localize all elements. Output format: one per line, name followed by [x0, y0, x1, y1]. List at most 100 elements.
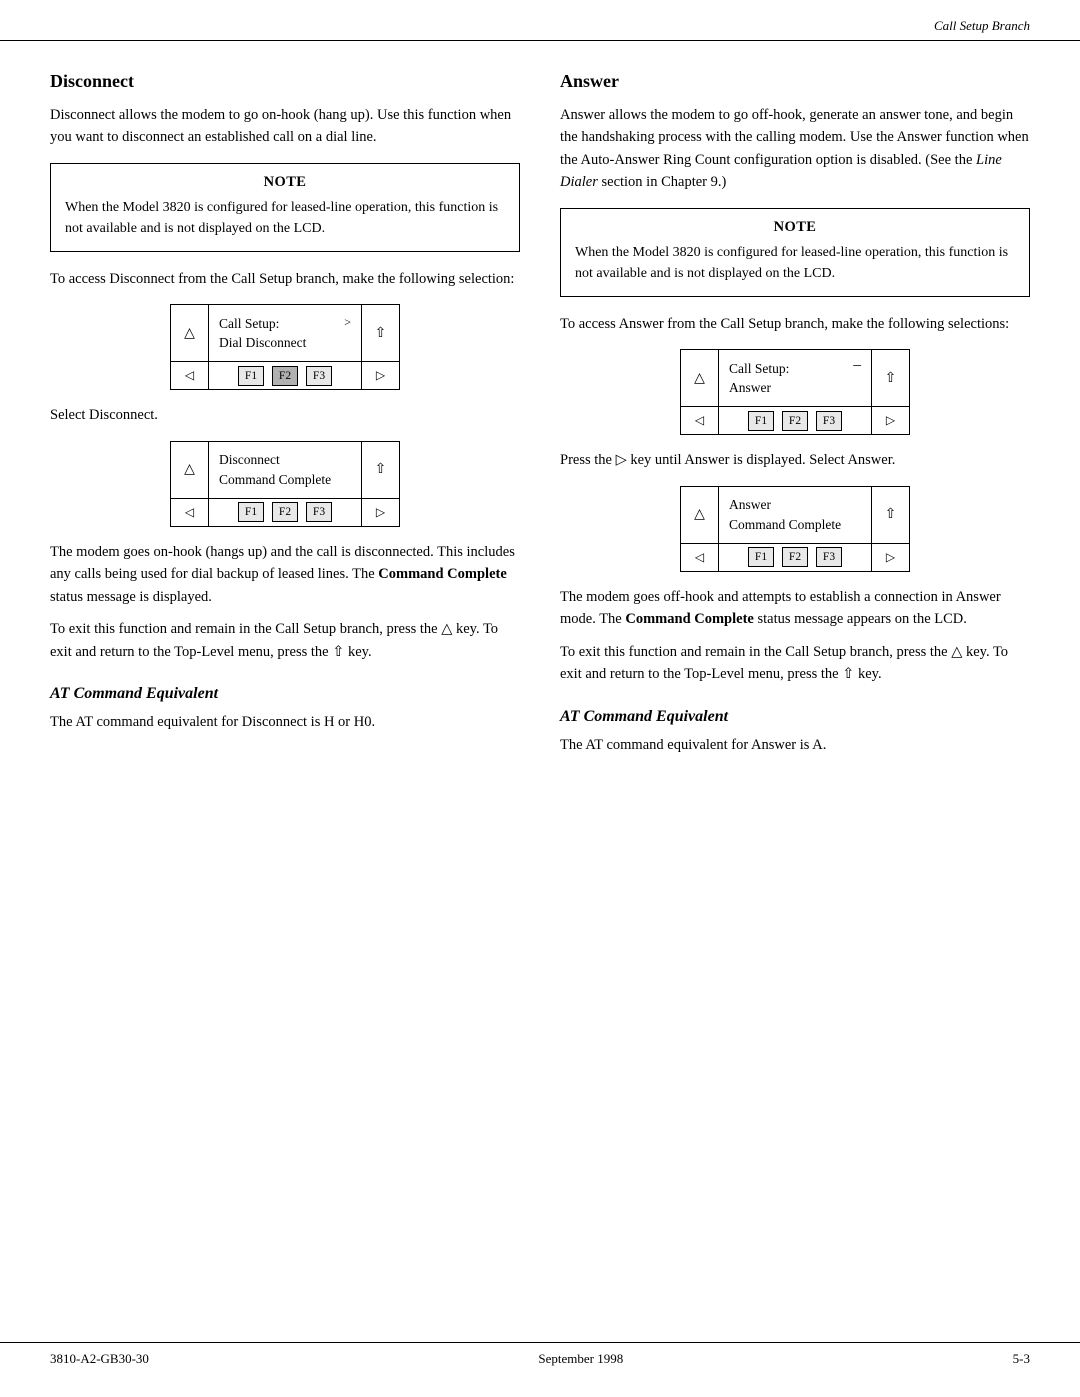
disconnect-title: Disconnect: [50, 71, 520, 92]
disconnect-note-title: NOTE: [65, 174, 505, 191]
footer-right: 5-3: [1013, 1351, 1030, 1367]
right-column: Answer Answer allows the modem to go off…: [560, 71, 1030, 766]
answer-lcd2-double-up-icon: ⇧: [885, 506, 897, 523]
answer-lcd2-func-btns: F1 F2 F3: [719, 547, 871, 567]
lcd2-back-arrow: ◁: [171, 499, 209, 526]
answer-lcd1-back: ◁: [681, 407, 719, 434]
f1-button2[interactable]: F1: [238, 502, 264, 522]
answer-lcd2-up-icon: △: [694, 506, 705, 523]
answer-lcd2-right-btn: ⇧: [871, 487, 909, 543]
main-content: Disconnect Disconnect allows the modem t…: [0, 41, 1080, 766]
lcd1-bottom-row: ◁ F1 F2 F3 ▷: [171, 361, 399, 389]
answer-lcd1-center: Call Setup: ─ Answer: [719, 350, 871, 406]
answer-double-up-key-symbol: ⇧: [842, 666, 854, 682]
disconnect-access-text: To access Disconnect from the Call Setup…: [50, 268, 520, 290]
answer-f3-btn2[interactable]: F3: [816, 547, 842, 567]
disconnect-note-box: NOTE When the Model 3820 is configured f…: [50, 163, 520, 252]
answer-select-text: Press the ▷ key until Answer is displaye…: [560, 449, 1030, 471]
answer-body1: The modem goes off-hook and attempts to …: [560, 586, 1030, 631]
answer-lcd2-line2: Command Complete: [729, 515, 861, 535]
f3-button2[interactable]: F3: [306, 502, 332, 522]
page-header: Call Setup Branch: [0, 0, 1080, 41]
answer-lcd1-line1: Call Setup: ─: [729, 359, 861, 379]
right-arrow-icon2: ▷: [376, 505, 385, 520]
disconnect-lcd2: △ Disconnect Command Complete ⇧ ◁ F1 F2 …: [170, 441, 400, 527]
answer-lcd1: △ Call Setup: ─ Answer ⇧ ◁ F1 F2 F3: [680, 349, 910, 435]
lcd2-line1: Disconnect: [219, 450, 351, 470]
answer-lcd2: △ Answer Command Complete ⇧ ◁ F1 F2 F3: [680, 486, 910, 572]
answer-title: Answer: [560, 71, 1030, 92]
disconnect-body2: To exit this function and remain in the …: [50, 618, 520, 663]
answer-right-arrow-icon: ▷: [886, 413, 895, 428]
answer-lcd1-bottom: ◁ F1 F2 F3 ▷: [681, 406, 909, 434]
answer-lcd2-bottom: ◁ F1 F2 F3 ▷: [681, 543, 909, 571]
header-title: Call Setup Branch: [934, 18, 1030, 34]
answer-at-text: The AT command equivalent for Answer is …: [560, 734, 1030, 756]
lcd1-forward-arrow: ▷: [361, 362, 399, 389]
f3-button[interactable]: F3: [306, 366, 332, 386]
footer-left: 3810-A2-GB30-30: [50, 1351, 149, 1367]
left-arrow-icon2: ◁: [185, 505, 194, 520]
footer-center: September 1998: [538, 1351, 623, 1367]
disconnect-body1: The modem goes on-hook (hangs up) and th…: [50, 541, 520, 608]
answer-double-up-icon: ⇧: [885, 370, 897, 387]
answer-lcd1-func-btns: F1 F2 F3: [719, 411, 871, 431]
answer-lcd2-line1: Answer: [729, 495, 861, 515]
left-column: Disconnect Disconnect allows the modem t…: [50, 71, 520, 766]
answer-note-text: When the Model 3820 is configured for le…: [575, 242, 1015, 284]
answer-note-box: NOTE When the Model 3820 is configured f…: [560, 208, 1030, 297]
answer-access-text: To access Answer from the Call Setup bra…: [560, 313, 1030, 335]
disconnect-at-text: The AT command equivalent for Disconnect…: [50, 711, 520, 733]
answer-f1-btn[interactable]: F1: [748, 411, 774, 431]
answer-f3-btn[interactable]: F3: [816, 411, 842, 431]
lcd2-bottom-row: ◁ F1 F2 F3 ▷: [171, 498, 399, 526]
disconnect-lcd1: △ Call Setup: > Dial Disconnect ⇧ ◁ F1 F…: [170, 304, 400, 390]
lcd1-center-text: Call Setup: > Dial Disconnect: [209, 305, 361, 361]
lcd1-line2: Dial Disconnect: [219, 333, 351, 353]
answer-f2-btn[interactable]: F2: [782, 411, 808, 431]
lcd1-line1: Call Setup: >: [219, 314, 351, 334]
forward-arrow-symbol: ▷: [616, 452, 627, 468]
answer-lcd2-right-arrow: ▷: [886, 550, 895, 565]
answer-lcd2-center: Answer Command Complete: [719, 487, 871, 543]
answer-left-arrow-icon: ◁: [695, 413, 704, 428]
lcd2-forward-arrow: ▷: [361, 499, 399, 526]
up-key-symbol: △: [441, 621, 452, 637]
lcd1-back-arrow: ◁: [171, 362, 209, 389]
select-disconnect-text: Select Disconnect.: [50, 404, 520, 426]
answer-lcd1-left-btn: △: [681, 350, 719, 406]
double-up-key-symbol: ⇧: [332, 644, 344, 660]
disconnect-note-text: When the Model 3820 is configured for le…: [65, 197, 505, 239]
answer-lcd1-right-btn: ⇧: [871, 350, 909, 406]
answer-lcd2-back: ◁: [681, 544, 719, 571]
answer-lcd2-forward: ▷: [871, 544, 909, 571]
double-up-arrow-icon: ⇧: [375, 325, 387, 342]
answer-f1-btn2[interactable]: F1: [748, 547, 774, 567]
right-arrow-icon: ▷: [376, 368, 385, 383]
f2-button[interactable]: F2: [272, 366, 298, 386]
answer-up-key-symbol: △: [951, 644, 962, 660]
answer-lcd1-line2: Answer: [729, 378, 861, 398]
page-footer: 3810-A2-GB30-30 September 1998 5-3: [0, 1342, 1080, 1367]
left-arrow-icon: ◁: [185, 368, 194, 383]
answer-intro: Answer allows the modem to go off-hook, …: [560, 104, 1030, 194]
answer-lcd2-left-arrow: ◁: [695, 550, 704, 565]
lcd1-right-up-btn: ⇧: [361, 305, 399, 361]
answer-note-title: NOTE: [575, 219, 1015, 236]
lcd2-right-up-btn: ⇧: [361, 442, 399, 498]
answer-up-arrow-icon: △: [694, 370, 705, 387]
f1-button[interactable]: F1: [238, 366, 264, 386]
answer-body2: To exit this function and remain in the …: [560, 641, 1030, 686]
answer-f2-btn2[interactable]: F2: [782, 547, 808, 567]
disconnect-at-title: AT Command Equivalent: [50, 685, 520, 703]
f2-button2[interactable]: F2: [272, 502, 298, 522]
lcd1-function-btns: F1 F2 F3: [209, 366, 361, 386]
double-up-arrow-icon2: ⇧: [375, 461, 387, 478]
answer-bold: Command Complete: [625, 611, 753, 627]
answer-lcd2-left-btn: △: [681, 487, 719, 543]
lcd2-function-btns: F1 F2 F3: [209, 502, 361, 522]
answer-lcd1-forward: ▷: [871, 407, 909, 434]
up-arrow-icon: △: [184, 325, 195, 342]
disconnect-intro: Disconnect allows the modem to go on-hoo…: [50, 104, 520, 149]
answer-at-title: AT Command Equivalent: [560, 708, 1030, 726]
